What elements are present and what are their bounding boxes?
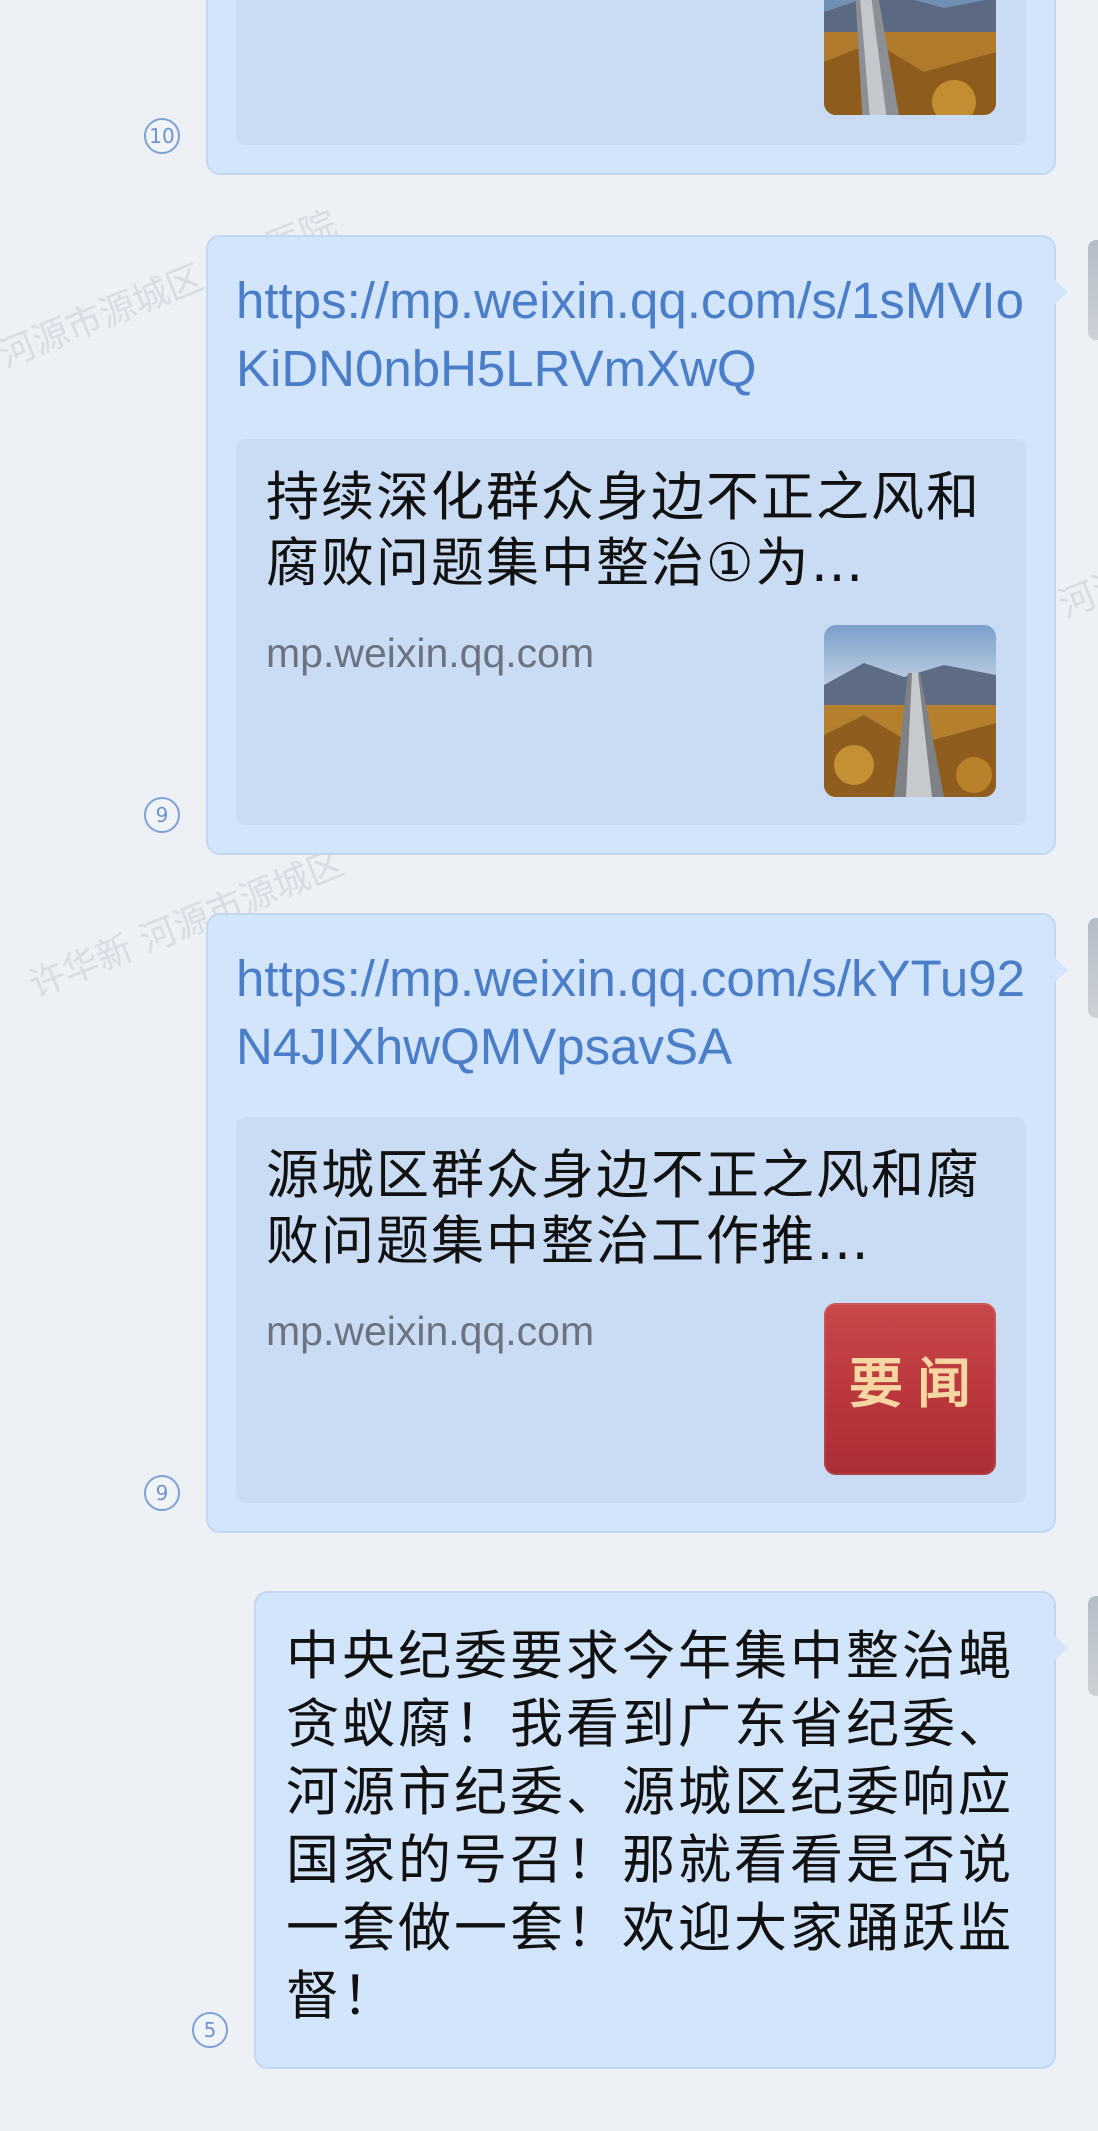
link-preview-card[interactable]: 源城区群众身边不正之风和腐败问题集中整治工作推… mp.weixin.qq.co… — [236, 1117, 1026, 1503]
avatar[interactable] — [1088, 918, 1098, 1018]
link-preview-card[interactable]: 持续深化群众身边不正之风和腐败问题集中整治①为… mp.weixin.qq.co… — [236, 439, 1026, 825]
watermark: 河源市源城区人民医院 — [1053, 453, 1098, 627]
bubble-tail — [1054, 1635, 1068, 1661]
great-wall-image — [824, 0, 996, 115]
card-title: 持续深化群众身边不正之风和腐败问题集中整治①为… — [266, 467, 981, 594]
read-count-badge: 9 — [144, 1475, 180, 1511]
chat-window: 河源市源城区人民医院 许华新 河源市源城区 河源市源城区人民医院 10 http — [0, 0, 1098, 2131]
card-title: 源城区群众身边不正之风和腐败问题集中整治工作推… — [266, 1145, 981, 1272]
great-wall-image — [824, 625, 996, 797]
read-count-label: 9 — [155, 1481, 169, 1505]
read-count-label: 5 — [203, 2018, 217, 2042]
avatar[interactable] — [1088, 240, 1098, 340]
news-badge-text: 要闻 — [849, 1351, 985, 1415]
link-message-bubble[interactable]: https://mp.weixin.qq.com/s/kYTu92N4JIXhw… — [206, 913, 1068, 1533]
bubble-tail — [1054, 957, 1068, 983]
link-url[interactable]: https://mp.weixin.qq.com/s/kYTu92N4JIXhw… — [236, 945, 1026, 1081]
news-badge: 要闻 — [824, 1303, 996, 1475]
card-domain: mp.weixin.qq.com — [266, 1308, 595, 1354]
link-preview-card[interactable] — [236, 0, 1026, 145]
read-count-badge: 10 — [144, 118, 180, 154]
link-message-bubble[interactable]: https://mp.weixin.qq.com/s/1sMVIoKiDN0nb… — [206, 235, 1068, 855]
message-text: 中央纪委要求今年集中整治蝇贪蚁腐！我看到广东省纪委、河源市纪委、源城区纪委响应国… — [286, 1626, 1014, 2027]
card-domain: mp.weixin.qq.com — [266, 630, 595, 676]
text-message-bubble[interactable]: 中央纪委要求今年集中整治蝇贪蚁腐！我看到广东省纪委、河源市纪委、源城区纪委响应国… — [254, 1591, 1068, 2069]
bubble-tail — [1054, 279, 1068, 305]
link-url[interactable]: https://mp.weixin.qq.com/s/1sMVIoKiDN0nb… — [236, 267, 1026, 403]
read-count-badge: 5 — [192, 2012, 228, 2048]
avatar[interactable] — [1088, 1596, 1098, 1696]
read-count-label: 9 — [155, 803, 169, 827]
read-count-label: 10 — [149, 124, 175, 148]
read-count-badge: 9 — [144, 797, 180, 833]
link-message-bubble[interactable] — [206, 0, 1056, 175]
